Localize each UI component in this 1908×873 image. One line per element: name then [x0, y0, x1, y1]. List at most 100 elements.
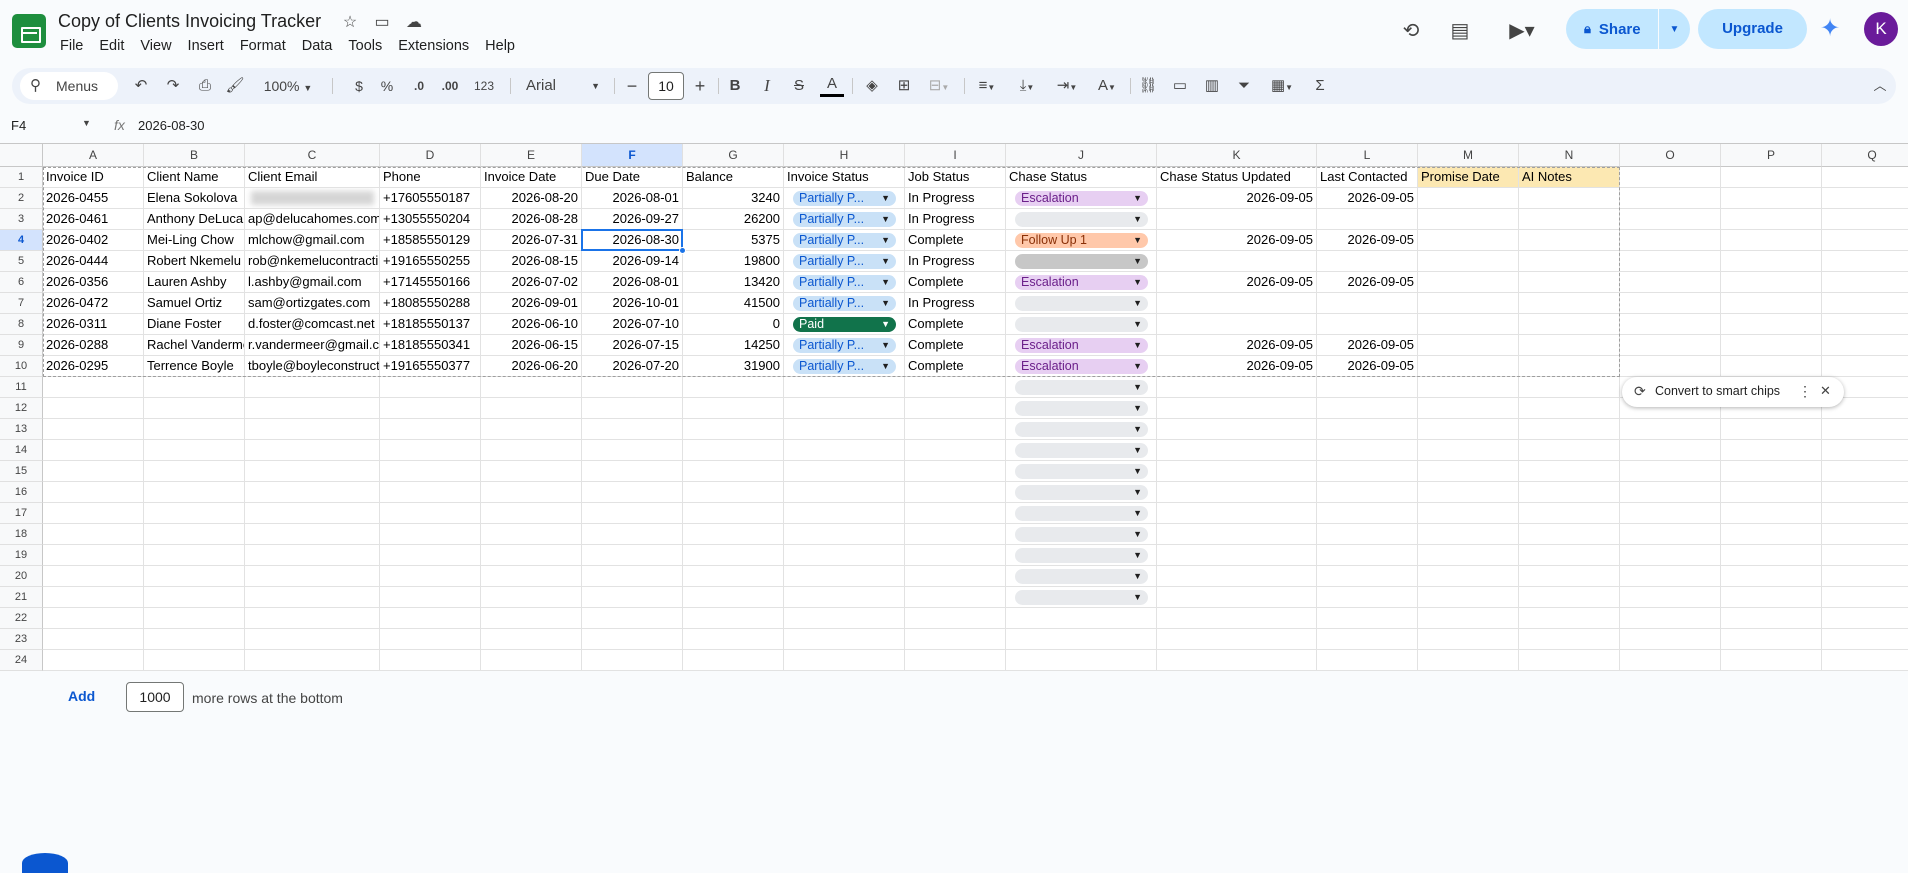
header-cell[interactable]: Invoice ID: [43, 167, 144, 188]
empty-cell[interactable]: [1157, 440, 1317, 461]
cell[interactable]: [1157, 293, 1317, 314]
row-header-16[interactable]: 16: [0, 482, 43, 503]
empty-cell[interactable]: [144, 629, 245, 650]
cell[interactable]: [1822, 335, 1908, 356]
cell[interactable]: [1519, 293, 1620, 314]
cell[interactable]: [1721, 272, 1822, 293]
cell[interactable]: [1317, 293, 1418, 314]
empty-cell[interactable]: [1822, 440, 1908, 461]
empty-cell[interactable]: [1317, 503, 1418, 524]
empty-cell[interactable]: [905, 566, 1006, 587]
cell[interactable]: 2026-0311: [43, 314, 144, 335]
cell[interactable]: +18185550341: [380, 335, 481, 356]
empty-cell[interactable]: [784, 545, 905, 566]
cell[interactable]: 2026-09-05: [1317, 335, 1418, 356]
row-header-18[interactable]: 18: [0, 524, 43, 545]
cell[interactable]: [1721, 230, 1822, 251]
cell[interactable]: Paid ▼: [784, 314, 905, 335]
empty-cell[interactable]: ▼: [1006, 587, 1157, 608]
empty-cell[interactable]: [1157, 419, 1317, 440]
cell[interactable]: +18185550137: [380, 314, 481, 335]
cell[interactable]: [1721, 251, 1822, 272]
empty-cell[interactable]: [1006, 650, 1157, 671]
font-size-input[interactable]: 10: [648, 72, 684, 100]
menus-search-button[interactable]: ⚲ Menus: [20, 72, 118, 100]
empty-cell[interactable]: [43, 461, 144, 482]
empty-cell[interactable]: [1006, 608, 1157, 629]
cell[interactable]: [1317, 314, 1418, 335]
cell[interactable]: [1620, 251, 1721, 272]
empty-cell[interactable]: [582, 503, 683, 524]
cell[interactable]: ▼: [1006, 293, 1157, 314]
cell[interactable]: 2026-08-01: [582, 272, 683, 293]
cell[interactable]: Partially P... ▼: [784, 356, 905, 377]
cell[interactable]: [245, 188, 380, 209]
empty-cell[interactable]: [481, 608, 582, 629]
invoice-status-chip[interactable]: Partially P... ▼: [793, 338, 896, 353]
empty-cell[interactable]: [1822, 503, 1908, 524]
empty-cell[interactable]: [582, 608, 683, 629]
empty-cell[interactable]: [43, 398, 144, 419]
empty-cell[interactable]: [1519, 440, 1620, 461]
cell[interactable]: [1721, 356, 1822, 377]
empty-cell[interactable]: [481, 587, 582, 608]
empty-cell[interactable]: [1721, 440, 1822, 461]
empty-cell[interactable]: [144, 587, 245, 608]
cell[interactable]: [1317, 209, 1418, 230]
empty-cell[interactable]: [43, 566, 144, 587]
spreadsheet-grid[interactable]: ABCDEFGHIJKLMNOPQ 1 2 3 4 5 6 7 8 9 10 11 12 13 14 15 1…: [0, 143, 1908, 671]
cell[interactable]: +18585550129: [380, 230, 481, 251]
dropdown-arrow-icon[interactable]: ▼: [881, 275, 890, 290]
formula-input[interactable]: 2026-08-30: [138, 118, 205, 133]
cell[interactable]: 2026-08-30: [582, 230, 683, 251]
empty-cell[interactable]: [43, 419, 144, 440]
cell[interactable]: 2026-09-05: [1157, 230, 1317, 251]
empty-cell[interactable]: [43, 629, 144, 650]
cell[interactable]: Elena Sokolova: [144, 188, 245, 209]
empty-cell[interactable]: [1721, 461, 1822, 482]
chase-status-chip[interactable]: ▼: [1015, 212, 1148, 227]
empty-cell[interactable]: [905, 650, 1006, 671]
row-header-23[interactable]: 23: [0, 629, 43, 650]
cell[interactable]: [1620, 209, 1721, 230]
increase-decimal-button[interactable]: .00: [436, 73, 464, 99]
cell[interactable]: [1519, 272, 1620, 293]
cell[interactable]: Anthony DeLuca: [144, 209, 245, 230]
dropdown-arrow-icon[interactable]: ▼: [1133, 296, 1142, 311]
empty-cell[interactable]: [1418, 461, 1519, 482]
cell[interactable]: [1620, 293, 1721, 314]
menu-help[interactable]: Help: [477, 36, 523, 56]
dropdown-arrow-icon[interactable]: ▼: [1133, 569, 1142, 584]
dropdown-arrow-icon[interactable]: ▼: [881, 191, 890, 206]
empty-cell[interactable]: [1418, 545, 1519, 566]
empty-cell[interactable]: [1519, 650, 1620, 671]
dropdown-arrow-icon[interactable]: ▼: [1133, 212, 1142, 227]
cell[interactable]: 2026-09-05: [1317, 272, 1418, 293]
cell[interactable]: Samuel Ortiz: [144, 293, 245, 314]
column-header-a[interactable]: A: [43, 144, 144, 167]
empty-cell[interactable]: [144, 482, 245, 503]
filter-views-icon[interactable]: ▦▼: [1264, 73, 1300, 99]
empty-cell[interactable]: [1822, 419, 1908, 440]
empty-cell[interactable]: [1721, 419, 1822, 440]
convert-to-smart-chips-button[interactable]: Convert to smart chips: [1655, 384, 1780, 398]
empty-cell[interactable]: [481, 440, 582, 461]
empty-cell[interactable]: [481, 419, 582, 440]
empty-cell[interactable]: [380, 419, 481, 440]
header-cell[interactable]: Phone: [380, 167, 481, 188]
empty-cell[interactable]: [380, 629, 481, 650]
cell[interactable]: mlchow@gmail.com: [245, 230, 380, 251]
cell[interactable]: 2026-09-05: [1157, 335, 1317, 356]
cell[interactable]: Partially P... ▼: [784, 272, 905, 293]
empty-cell[interactable]: [582, 461, 683, 482]
empty-cell[interactable]: ▼: [1006, 566, 1157, 587]
dropdown-arrow-icon[interactable]: ▼: [1133, 527, 1142, 542]
cell[interactable]: 2026-09-14: [582, 251, 683, 272]
dropdown-arrow-icon[interactable]: ▼: [1133, 233, 1142, 248]
cell[interactable]: In Progress: [905, 293, 1006, 314]
cell[interactable]: r.vandermeer@gmail.com: [245, 335, 380, 356]
empty-cell[interactable]: [144, 377, 245, 398]
row-header-3[interactable]: 3: [0, 209, 43, 230]
cell[interactable]: 0: [683, 314, 784, 335]
empty-cell[interactable]: [481, 629, 582, 650]
